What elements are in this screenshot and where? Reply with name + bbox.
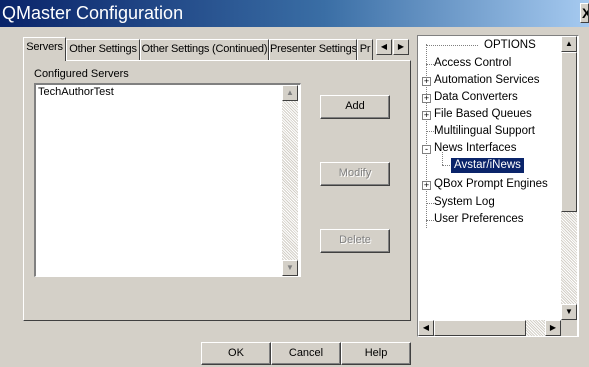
help-button[interactable]: Help (341, 342, 411, 365)
close-button[interactable]: X (580, 3, 589, 23)
expand-plus-icon[interactable]: + (422, 111, 431, 120)
scrollbar-corner (561, 320, 577, 336)
tab-label: Other Settings (Continued) (141, 43, 268, 55)
list-item[interactable]: TechAuthorTest (38, 86, 114, 98)
window-title: QMaster Configuration (2, 3, 184, 23)
cancel-button[interactable]: Cancel (271, 342, 341, 365)
delete-button[interactable]: Delete (320, 229, 390, 253)
arrow-down-icon: ▼ (565, 307, 573, 316)
tree-item-file-based-queues[interactable]: File Based Queues (434, 107, 532, 122)
title-bar[interactable]: QMaster Configuration X (0, 0, 589, 27)
scroll-left-button[interactable]: ◀ (418, 320, 434, 336)
expand-plus-icon[interactable]: + (422, 94, 431, 103)
collapse-minus-icon[interactable]: - (422, 145, 431, 154)
ok-button[interactable]: OK (201, 342, 271, 365)
close-icon: X (582, 5, 588, 21)
tree-item-access-control[interactable]: Access Control (434, 56, 511, 71)
arrow-left-icon: ◀ (380, 42, 388, 51)
tab-presenter-settings[interactable]: Presenter Settings (269, 39, 357, 60)
tab-label: Servers (26, 41, 63, 53)
scroll-right-button[interactable]: ▶ (545, 320, 561, 336)
tree-connector-line (426, 64, 434, 65)
scroll-thumb[interactable] (561, 52, 577, 212)
arrow-up-icon: ▲ (286, 88, 294, 97)
tab-label: Pr (359, 43, 371, 55)
arrow-down-icon: ▼ (286, 263, 294, 272)
tree-connector-line (426, 45, 478, 46)
scroll-down-button[interactable]: ▼ (561, 304, 577, 320)
expand-plus-icon[interactable]: + (422, 77, 431, 86)
modify-button[interactable]: Modify (320, 162, 390, 186)
scroll-thumb[interactable] (434, 320, 526, 336)
arrow-up-icon: ▲ (565, 39, 573, 48)
configured-servers-list[interactable]: TechAuthorTest ▲ ▼ (34, 83, 301, 277)
tree-item-multilingual-support[interactable]: Multilingual Support (434, 124, 535, 139)
tab-label: Other Settings (69, 43, 137, 55)
arrow-left-icon: ◀ (422, 323, 430, 332)
tab-other-settings-continued[interactable]: Other Settings (Continued) (140, 39, 269, 60)
scroll-down-button[interactable]: ▼ (282, 260, 298, 276)
tab-other-settings[interactable]: Other Settings (66, 39, 140, 60)
tree-item-automation-services[interactable]: Automation Services (434, 73, 539, 88)
arrow-right-icon: ▶ (549, 323, 557, 332)
expand-plus-icon[interactable]: + (422, 181, 431, 190)
servers-list-scrollbar[interactable]: ▲ ▼ (282, 85, 298, 276)
options-tree[interactable]: OPTIONS Access Control + Automation Serv… (417, 35, 579, 337)
tab-label: Presenter Settings (270, 43, 357, 55)
tree-item-data-converters[interactable]: Data Converters (434, 90, 518, 105)
tree-connector-line (426, 220, 434, 221)
add-button[interactable]: Add (320, 95, 390, 119)
tree-item-user-preferences[interactable]: User Preferences (434, 212, 523, 227)
tab-servers[interactable]: Servers (23, 37, 66, 61)
tree-item-system-log[interactable]: System Log (434, 195, 495, 210)
tree-item-qbox-prompt-engines[interactable]: QBox Prompt Engines (434, 177, 548, 192)
tab-scroll-right-button[interactable]: ▶ (393, 39, 409, 55)
arrow-right-icon: ▶ (397, 42, 405, 51)
tree-connector-line (426, 203, 434, 204)
options-tree-horizontal-scrollbar[interactable]: ◀ ▶ (418, 320, 561, 336)
configured-servers-label: Configured Servers (34, 68, 129, 80)
scroll-up-button[interactable]: ▲ (282, 85, 298, 101)
tree-item-avstar-inews[interactable]: Avstar/iNews (451, 158, 524, 173)
tab-pr[interactable]: Pr (357, 39, 373, 60)
options-tree-vertical-scrollbar[interactable]: ▲ ▼ (561, 36, 577, 320)
options-tree-title: OPTIONS (484, 39, 536, 51)
tree-item-news-interfaces[interactable]: News Interfaces (434, 141, 516, 156)
tree-connector-line (426, 44, 427, 228)
tab-scroll-left-button[interactable]: ◀ (376, 39, 392, 55)
tree-connector-line (426, 131, 434, 132)
scroll-up-button[interactable]: ▲ (561, 36, 577, 52)
